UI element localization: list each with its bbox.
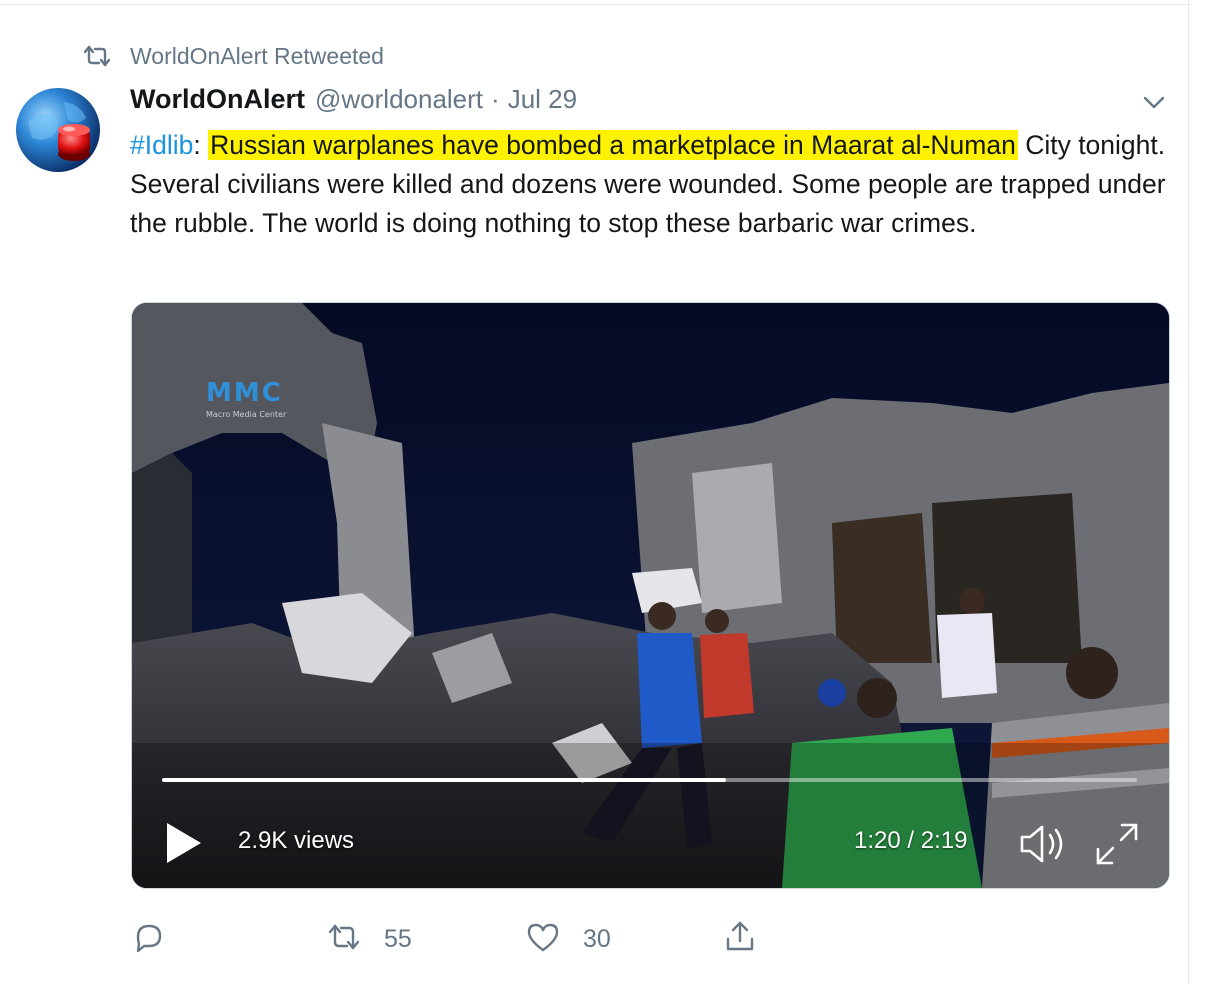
logo-subtitle: Macro Media Center [206, 410, 287, 419]
avatar[interactable] [14, 86, 106, 178]
retweet-icon [326, 919, 362, 959]
tweet-date[interactable]: Jul 29 [508, 84, 577, 115]
author-name[interactable]: WorldOnAlert [130, 84, 305, 115]
share-icon [722, 919, 758, 959]
retweet-count: 55 [384, 924, 412, 953]
play-icon[interactable] [164, 821, 204, 865]
view-count: 2.9K views [238, 827, 355, 854]
tweet-text: #Idlib: Russian warplanes have bombed a … [130, 126, 1180, 243]
right-divider [1188, 0, 1189, 984]
retweet-banner[interactable]: WorldOnAlert Retweeted [80, 40, 384, 72]
fullscreen-icon[interactable] [1094, 821, 1140, 867]
separator-dot: · [491, 84, 500, 114]
volume-icon[interactable] [1018, 821, 1070, 867]
video-time: 1:20 / 2:19 [854, 827, 968, 854]
share-button[interactable] [722, 916, 758, 962]
retweet-button[interactable]: 55 [326, 916, 412, 962]
broadcaster-logo: MMC Macro Media Center [204, 373, 302, 425]
video-progress-fill [162, 778, 726, 782]
highlighted-text: Russian warplanes have bombed a marketpl… [208, 130, 1018, 160]
retweet-banner-text: WorldOnAlert Retweeted [130, 42, 384, 69]
reply-button[interactable] [130, 916, 188, 962]
like-button[interactable]: 30 [525, 916, 611, 962]
author-handle[interactable]: @worldonalert [315, 84, 483, 115]
tweet-actions: 55 30 [130, 916, 790, 962]
like-icon [525, 919, 561, 959]
hashtag-colon: : [193, 130, 201, 160]
hashtag-link[interactable]: #Idlib [130, 130, 193, 160]
avatar-globe-icon [16, 88, 100, 172]
logo-text: MMC [206, 378, 283, 408]
reply-icon [130, 919, 166, 959]
caret-down-icon[interactable] [1140, 88, 1168, 116]
like-count: 30 [583, 924, 611, 953]
video-player[interactable]: MMC Macro Media Center 2.9K views 1:20 /… [131, 302, 1170, 889]
top-divider [0, 0, 1190, 5]
retweet-icon [80, 41, 114, 71]
video-progress-bar[interactable] [162, 778, 1137, 782]
tweet-header: WorldOnAlert @worldonalert · Jul 29 [130, 84, 577, 120]
